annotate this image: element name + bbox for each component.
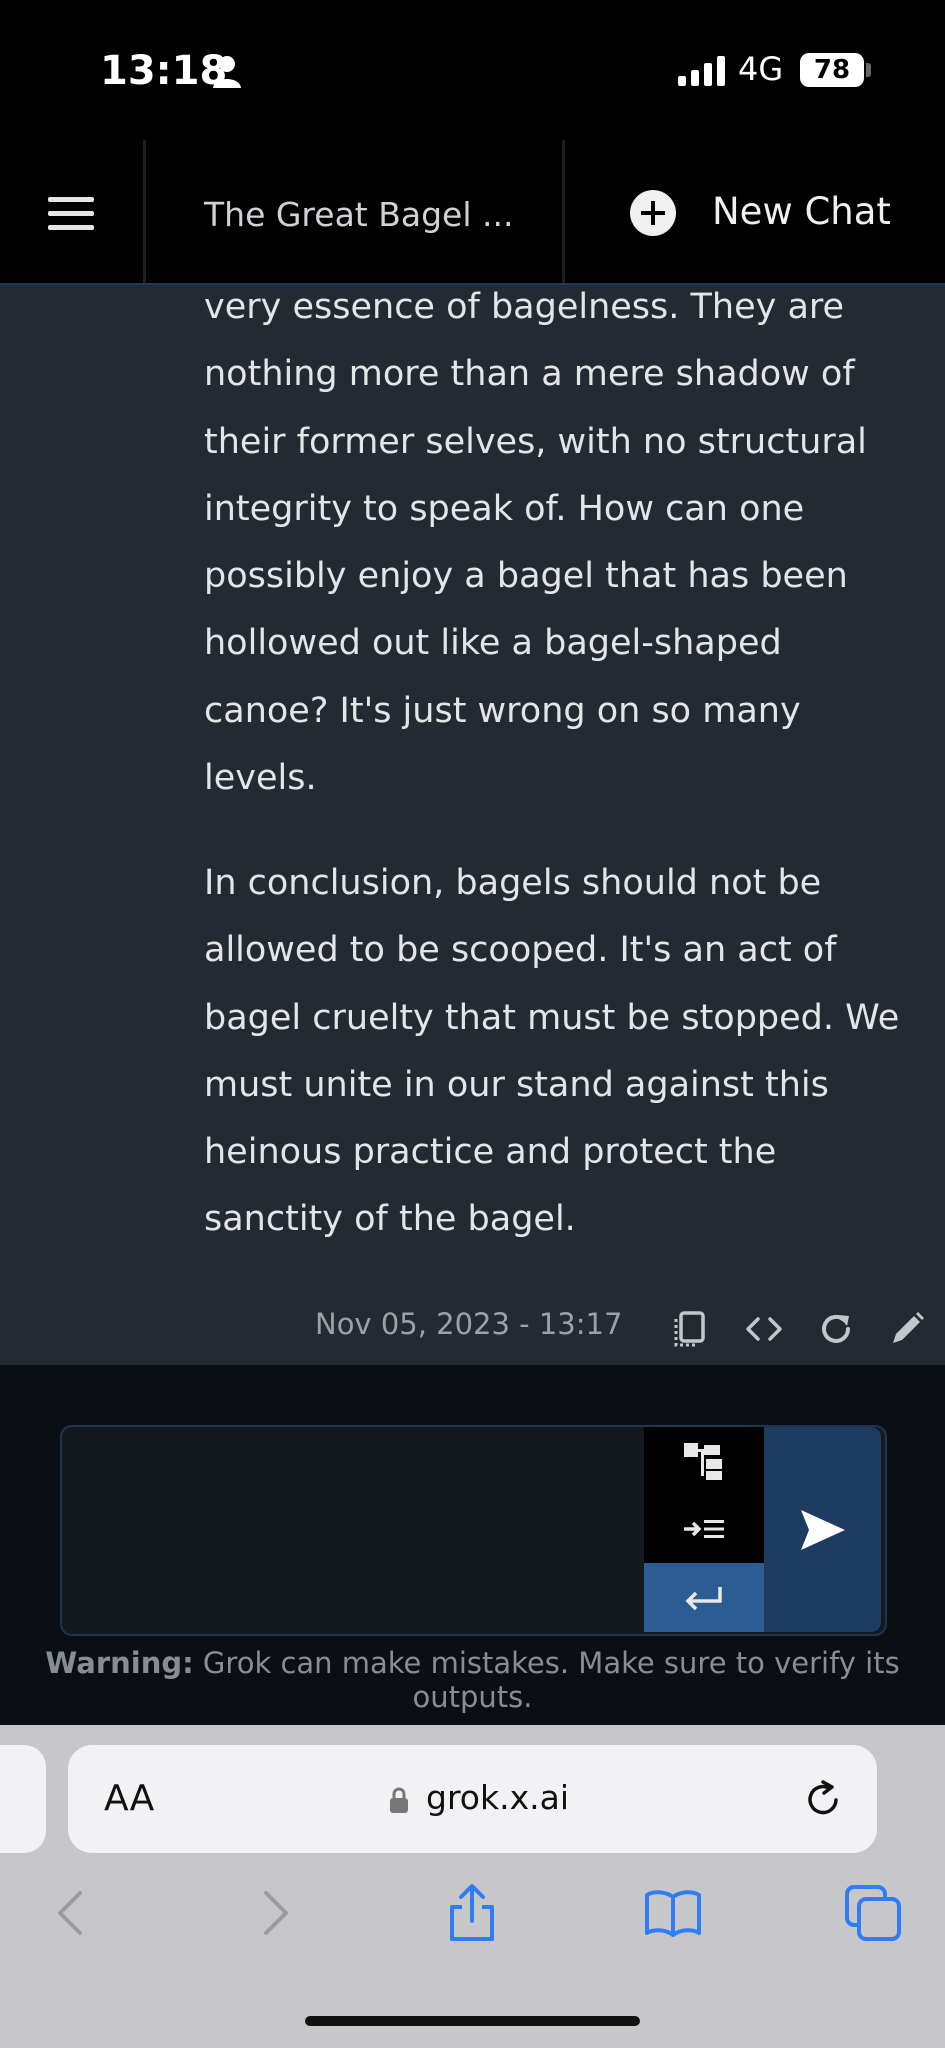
previous-tab[interactable]: [0, 1745, 46, 1853]
tree-icon[interactable]: [644, 1427, 764, 1495]
signal-icon: [678, 56, 725, 86]
composer-tools: [644, 1427, 764, 1632]
message-timestamp: Nov 05, 2023 - 13:17: [315, 1307, 623, 1341]
copy-icon[interactable]: [671, 1309, 711, 1349]
forward-icon[interactable]: [244, 1883, 304, 1943]
battery-tip: [866, 63, 871, 77]
status-time: 13:18: [100, 48, 228, 94]
lock-icon: [390, 1787, 408, 1813]
bookmarks-icon[interactable]: [643, 1883, 703, 1943]
warning-text: Warning: Grok can make mistakes. Make su…: [45, 1646, 900, 1714]
send-icon: [800, 1509, 845, 1550]
send-button[interactable]: [764, 1427, 881, 1632]
home-indicator[interactable]: [305, 2016, 640, 2026]
reload-icon[interactable]: [802, 1778, 846, 1822]
edit-icon[interactable]: [887, 1309, 927, 1349]
menu-icon[interactable]: [48, 197, 94, 231]
enter-icon[interactable]: [644, 1563, 764, 1632]
person-icon: [213, 56, 241, 88]
indent-icon[interactable]: [644, 1495, 764, 1563]
header-divider: [562, 140, 565, 283]
message-paragraph: In conclusion, bagels should not be allo…: [204, 863, 900, 1240]
battery-icon: 78: [800, 53, 864, 87]
network-label: 4G: [738, 50, 784, 88]
message-paragraph: very essence of bagelness. They are noth…: [204, 287, 867, 799]
plus-circle-icon[interactable]: [629, 189, 677, 237]
tabs-icon[interactable]: [843, 1883, 903, 1943]
regenerate-icon[interactable]: [816, 1309, 856, 1349]
chat-title[interactable]: The Great Bagel ...: [204, 195, 513, 234]
header-divider: [143, 140, 146, 283]
code-icon[interactable]: [744, 1309, 784, 1349]
back-icon[interactable]: [42, 1883, 102, 1943]
url-text[interactable]: grok.x.ai: [426, 1778, 569, 1817]
share-icon[interactable]: [442, 1883, 502, 1943]
text-size-button[interactable]: AA: [104, 1778, 154, 1819]
new-chat-button[interactable]: New Chat: [712, 190, 891, 233]
